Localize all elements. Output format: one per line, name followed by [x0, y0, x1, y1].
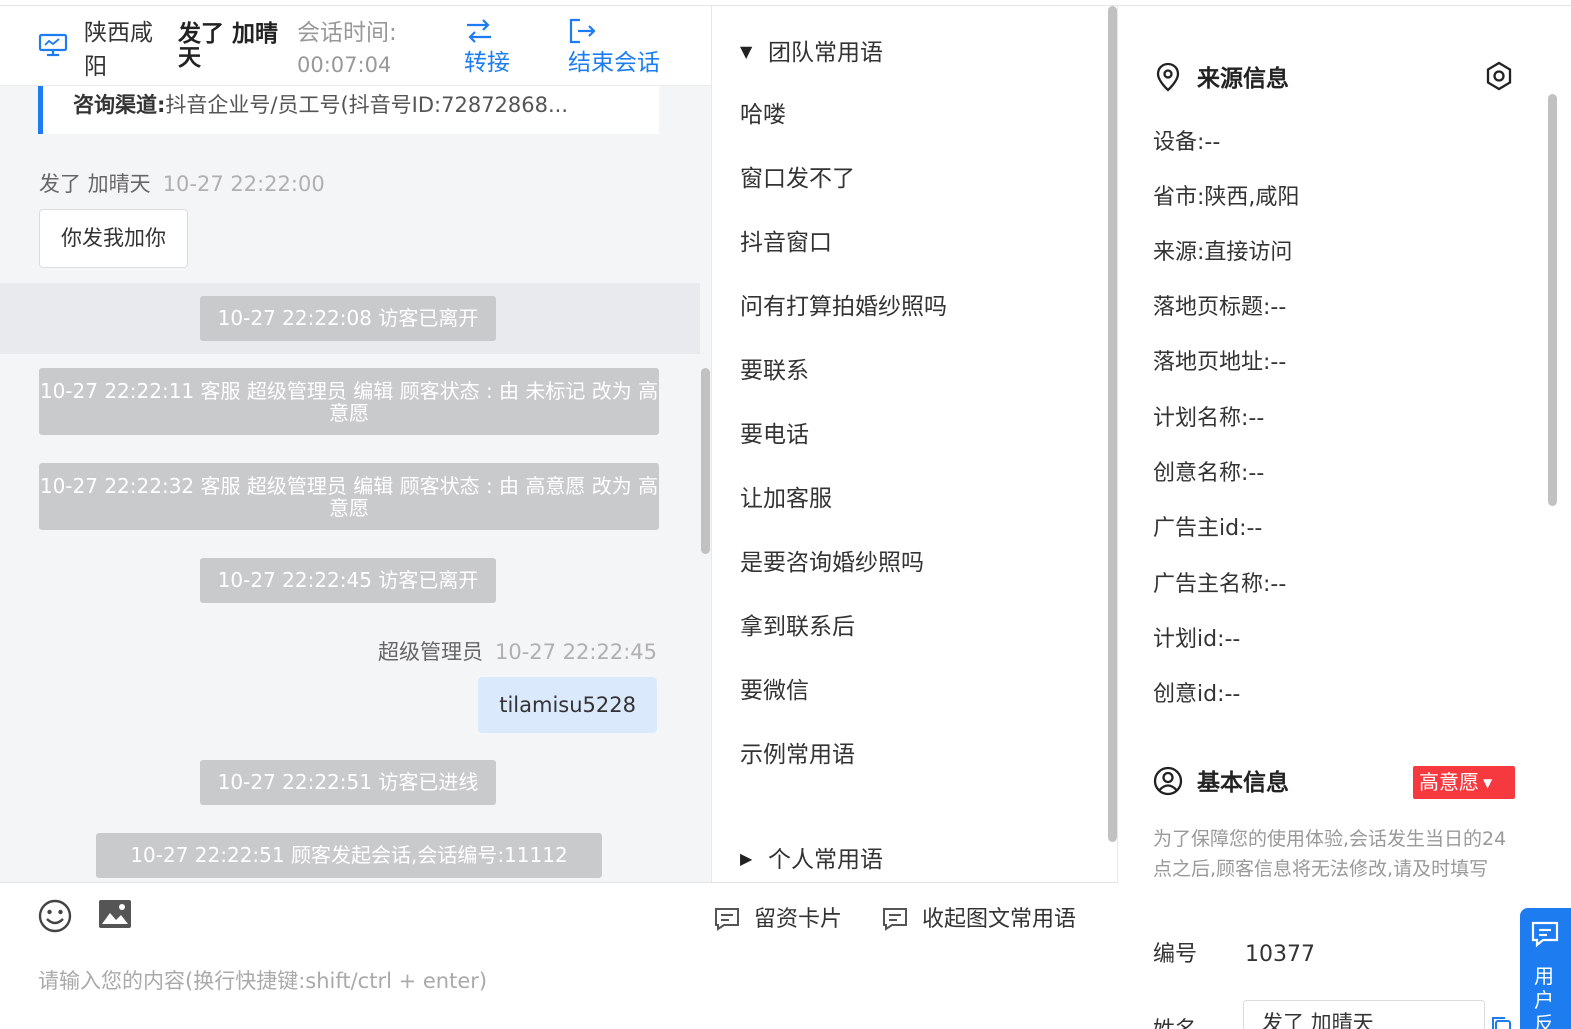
- phrase-item[interactable]: 问有打算拍婚纱照吗: [740, 290, 947, 324]
- lead-card-button[interactable]: 留资卡片: [714, 903, 842, 937]
- image-icon[interactable]: [98, 899, 132, 929]
- transfer-button[interactable]: 转接: [464, 14, 510, 80]
- transfer-arrows-icon: [467, 19, 491, 43]
- collapse-phrases-button[interactable]: 收起图文常用语: [882, 903, 1076, 937]
- phrase-item[interactable]: 是要咨询婚纱照吗: [740, 546, 924, 580]
- emoji-icon[interactable]: [38, 899, 72, 933]
- feedback-chat-icon: [1531, 921, 1559, 948]
- channel-label: 咨询渠道:: [73, 93, 166, 117]
- user-feedback-label: 用户反馈: [1534, 964, 1554, 1029]
- channel-value: 抖音企业号/员工号(抖音号ID:72872868...: [165, 93, 569, 117]
- visitor-name: 发了 加晴天: [178, 21, 279, 71]
- customer-info-panel: 来源信息 设备:-- 省市:陕西,咸阳 来源:直接访问 落地页标题:-- 落地页…: [1119, 6, 1571, 1029]
- system-message: 10-27 22:22:32 客服 超级管理员 编辑 顾客状态 : 由 高意愿 …: [39, 463, 659, 530]
- user-feedback-tab[interactable]: 用户反馈: [1520, 908, 1571, 1029]
- source-row-province: 省市:陕西,咸阳: [1153, 185, 1300, 210]
- agent-meta-name: 超级管理员: [377, 640, 483, 664]
- source-row-landing-url: 落地页地址:--: [1153, 350, 1287, 375]
- phrase-item[interactable]: 哈喽: [740, 98, 786, 132]
- customer-code-value: 10377: [1245, 942, 1315, 967]
- source-row-creative-name: 创意名称:--: [1153, 461, 1265, 486]
- transfer-label: 转接: [464, 50, 510, 76]
- session-time-value: 00:07:04: [297, 53, 392, 77]
- visitor-meta-time: 10-27 22:22:00: [162, 172, 325, 196]
- team-phrases-label: 团队常用语: [768, 40, 883, 66]
- message-card-icon: [715, 908, 739, 931]
- customer-code-label: 编号: [1153, 942, 1198, 967]
- end-session-button[interactable]: 结束会话: [568, 14, 660, 80]
- end-session-label: 结束会话: [568, 50, 660, 76]
- session-time-label: 会话时间:: [297, 20, 397, 46]
- channel-card: 咨询渠道:抖音企业号/员工号(抖音号ID:72872868...: [38, 86, 659, 134]
- phrase-item[interactable]: 示例常用语: [740, 738, 855, 772]
- collapse-phrases-label: 收起图文常用语: [922, 907, 1077, 932]
- personal-phrases-group[interactable]: ▶ 个人常用语: [740, 842, 883, 877]
- location-pin-icon: [1156, 62, 1180, 92]
- phrase-item[interactable]: 窗口发不了: [740, 162, 855, 196]
- chat-header: 陕西咸阳 发了 加晴天 会话时间: 00:07:04 转接 结束会话: [0, 6, 711, 86]
- personal-phrases-label: 个人常用语: [768, 847, 883, 873]
- system-message: 10-27 22:22:11 客服 超级管理员 编辑 顾客状态 : 由 未标记 …: [39, 368, 659, 435]
- monitor-icon: [38, 33, 68, 57]
- visitor-message-meta: 发了 加晴天 10-27 22:22:00: [39, 168, 325, 198]
- visitor-meta-name: 发了 加晴天: [39, 172, 151, 196]
- source-row-advertiser-id: 广告主id:--: [1153, 516, 1263, 541]
- system-message: 10-27 22:22:51 顾客发起会话,会话编号:11112: [96, 833, 602, 878]
- chat-panel: 陕西咸阳 发了 加晴天 会话时间: 00:07:04 转接 结束会话 咨询渠道:…: [0, 6, 712, 882]
- chat-scrollbar[interactable]: [701, 368, 710, 554]
- source-row-source: 来源:直接访问: [1153, 240, 1293, 265]
- phrase-item[interactable]: 要电话: [740, 418, 809, 452]
- system-message: 10-27 22:22:45 访客已离开: [200, 558, 496, 603]
- message-card-icon: [883, 908, 907, 931]
- user-circle-icon: [1153, 766, 1183, 796]
- basic-info-label: 基本信息: [1197, 770, 1289, 796]
- settings-icon[interactable]: [1483, 60, 1515, 92]
- source-info-title: 来源信息: [1153, 62, 1289, 96]
- phrase-item[interactable]: 拿到联系后: [740, 610, 855, 644]
- source-row-plan-name: 计划名称:--: [1153, 406, 1265, 431]
- caret-down-icon: ▼: [740, 42, 753, 61]
- phrases-scrollbar[interactable]: [1108, 6, 1117, 842]
- basic-info-title: 基本信息: [1153, 766, 1289, 800]
- lead-card-label: 留资卡片: [754, 907, 843, 932]
- visitor-message-bubble: 你发我加你: [39, 209, 188, 268]
- phrase-item[interactable]: 要微信: [740, 674, 809, 708]
- source-row-landing-title: 落地页标题:--: [1153, 295, 1287, 320]
- source-info-label: 来源信息: [1197, 66, 1289, 92]
- caret-down-icon: ▼: [1483, 776, 1493, 790]
- source-row-plan-id: 计划id:--: [1153, 627, 1241, 652]
- agent-meta-time: 10-27 22:22:45: [494, 640, 657, 664]
- quick-phrases-panel: ▼ 团队常用语 哈喽 窗口发不了 抖音窗口 问有打算拍婚纱照吗 要联系 要电话 让…: [712, 6, 1118, 882]
- phrase-item[interactable]: 要联系: [740, 354, 809, 388]
- copy-icon[interactable]: [1489, 1014, 1513, 1029]
- source-row-device: 设备:--: [1153, 130, 1221, 155]
- agent-message-meta: 超级管理员 10-27 22:22:45: [378, 636, 657, 666]
- message-input[interactable]: [38, 963, 1078, 999]
- caret-right-icon: ▶: [740, 849, 753, 868]
- system-message: 10-27 22:22:08 访客已离开: [200, 296, 496, 341]
- phrase-item[interactable]: 抖音窗口: [740, 226, 832, 260]
- visitor-location: 陕西咸阳: [84, 20, 153, 80]
- source-row-creative-id: 创意id:--: [1153, 682, 1241, 707]
- customer-name-input[interactable]: [1243, 1000, 1485, 1029]
- edit-notice: 为了保障您的使用体验,会话发生当日的24点之后,顾客信息将无法修改,请及时填写: [1153, 828, 1507, 880]
- exit-icon: [569, 18, 596, 44]
- team-phrases-group[interactable]: ▼ 团队常用语: [740, 35, 883, 70]
- system-message: 10-27 22:22:51 访客已进线: [200, 760, 496, 805]
- input-area: 留资卡片 收起图文常用语: [0, 882, 1118, 1029]
- info-scrollbar[interactable]: [1548, 94, 1557, 506]
- agent-message-bubble: tilamisu5228: [478, 677, 657, 733]
- source-row-advertiser-name: 广告主名称:--: [1153, 572, 1287, 597]
- phrase-item[interactable]: 让加客服: [740, 482, 832, 516]
- customer-name-label: 姓名: [1153, 1014, 1197, 1029]
- customer-status-value: 高意愿: [1419, 770, 1479, 794]
- customer-status-dropdown[interactable]: 高意愿 ▼: [1413, 766, 1515, 799]
